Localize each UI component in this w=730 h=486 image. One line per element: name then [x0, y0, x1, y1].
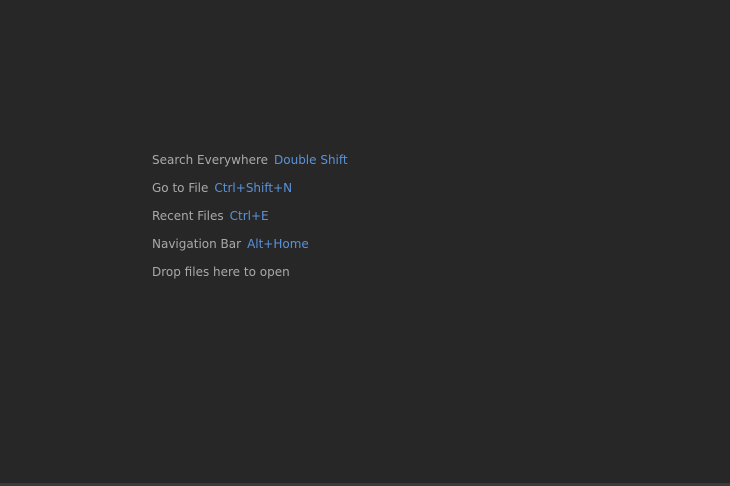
hint-navigation-bar: Navigation Bar Alt+Home: [152, 235, 348, 263]
hint-label: Recent Files: [152, 209, 224, 223]
hint-label: Navigation Bar: [152, 237, 242, 251]
hint-drop-files: Drop files here to open: [152, 263, 348, 291]
hint-label: Drop files here to open: [152, 265, 290, 279]
hint-shortcut: Alt+Home: [247, 237, 309, 251]
hint-label: Go to File: [152, 181, 209, 195]
hint-recent-files: Recent Files Ctrl+E: [152, 207, 348, 235]
empty-editor-area[interactable]: Search Everywhere Double Shift Go to File…: [0, 0, 730, 483]
empty-editor-hints: Search Everywhere Double Shift Go to File…: [152, 151, 348, 291]
hint-shortcut: Double Shift: [274, 153, 348, 167]
hint-search-everywhere: Search Everywhere Double Shift: [152, 151, 348, 179]
hint-go-to-file: Go to File Ctrl+Shift+N: [152, 179, 348, 207]
hint-label: Search Everywhere: [152, 153, 268, 167]
hint-shortcut: Ctrl+Shift+N: [214, 181, 293, 195]
hint-shortcut: Ctrl+E: [229, 209, 269, 223]
